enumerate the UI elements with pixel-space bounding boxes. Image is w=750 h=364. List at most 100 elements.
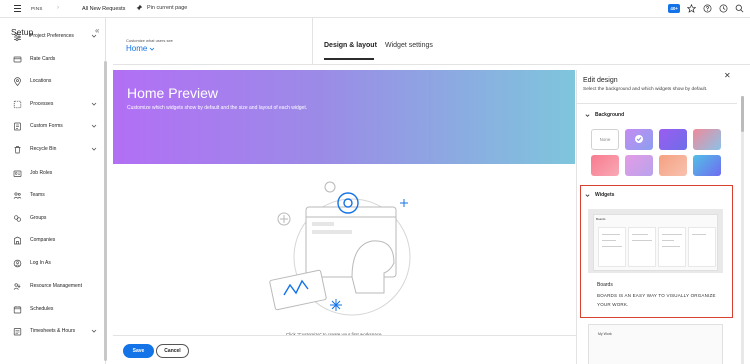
sidebar-item-label: Locations bbox=[30, 78, 52, 84]
timesheet-icon bbox=[13, 327, 22, 336]
sidebar-item-job-roles[interactable]: Job Roles bbox=[0, 165, 106, 181]
background-swatch[interactable] bbox=[591, 155, 619, 176]
sidebar-item-processes[interactable]: Processes bbox=[0, 96, 106, 112]
background-swatch[interactable] bbox=[659, 129, 687, 150]
chevron-down-icon bbox=[585, 113, 590, 117]
sidebar-item-label: Log In As bbox=[30, 260, 51, 266]
edit-design-panel: Edit design ✕ Select the background and … bbox=[576, 70, 750, 364]
active-tab-indicator bbox=[324, 58, 374, 60]
preview-title: Home Preview bbox=[127, 85, 219, 101]
thumbnail-column bbox=[598, 227, 626, 267]
background-swatch[interactable] bbox=[659, 155, 687, 176]
pin-page-label: Pin current page bbox=[147, 5, 188, 11]
background-swatch-none[interactable]: None bbox=[591, 129, 619, 150]
panel-scrollbar-track bbox=[741, 96, 744, 364]
app-name: PINS bbox=[31, 6, 43, 11]
background-swatch[interactable] bbox=[693, 129, 721, 150]
trash-icon bbox=[13, 145, 22, 154]
company-icon bbox=[13, 236, 22, 245]
breadcrumb-chevron-icon: › bbox=[57, 5, 59, 11]
sidebar-item-teams[interactable]: Teams bbox=[0, 187, 106, 203]
widgets-heading: Widgets bbox=[595, 192, 615, 198]
empty-workspace-illustration bbox=[269, 181, 411, 316]
background-heading: Background bbox=[595, 112, 625, 118]
preview-subtitle: Customize which widgets show by default … bbox=[127, 105, 308, 111]
card-icon bbox=[13, 55, 22, 64]
sidebar-item-log-in-as[interactable]: Log In As bbox=[0, 255, 106, 271]
thumbnail-column bbox=[658, 227, 686, 267]
sidebar-item-label: Schedules bbox=[30, 306, 54, 312]
badge-icon bbox=[13, 169, 22, 178]
sidebar-item-timesheets-hours[interactable]: Timesheets & Hours bbox=[0, 323, 106, 339]
pin-icon bbox=[135, 4, 143, 12]
sidebar-item-resource-management[interactable]: Resource Management bbox=[0, 278, 106, 294]
thumbnail-label: Boards bbox=[596, 217, 606, 221]
background-section-toggle[interactable]: Background bbox=[585, 112, 624, 118]
widgets-section-toggle[interactable]: Widgets bbox=[585, 192, 614, 198]
help-icon[interactable] bbox=[702, 3, 712, 13]
sidebar-item-locations[interactable]: Locations bbox=[0, 73, 106, 89]
sidebar-item-label: Groups bbox=[30, 215, 47, 221]
sidebar-item-custom-forms[interactable]: Custom Forms bbox=[0, 118, 106, 134]
search-icon[interactable] bbox=[734, 3, 744, 13]
sidebar-item-label: Companies bbox=[30, 237, 56, 243]
team-icon bbox=[13, 191, 22, 200]
chevron-down-icon bbox=[91, 101, 97, 109]
sidebar-item-label: Custom Forms bbox=[30, 123, 63, 129]
sidebar-scrollbar[interactable] bbox=[104, 61, 107, 361]
page-header: Customize what users see Home Design & l… bbox=[113, 18, 750, 65]
star-icon[interactable] bbox=[686, 3, 696, 13]
swatch-none-label: None bbox=[599, 137, 611, 142]
panel-subtitle: Select the background and which widgets … bbox=[583, 87, 708, 92]
pin-page-button[interactable]: Pin current page bbox=[135, 4, 187, 12]
sidebar-item-label: Project Preferences bbox=[30, 33, 74, 39]
sidebar-item-recycle-bin[interactable]: Recycle Bin bbox=[0, 141, 106, 157]
sidebar-item-label: Processes bbox=[30, 101, 54, 107]
resource-icon bbox=[13, 282, 22, 291]
groups-icon bbox=[13, 214, 22, 223]
sidebar-item-groups[interactable]: Groups bbox=[0, 210, 106, 226]
top-bar: PINS › All New Requests Pin current page… bbox=[0, 0, 750, 18]
home-preview-banner: Home Preview Customize which widgets sho… bbox=[113, 70, 575, 164]
sidebar-item-project-preferences[interactable]: Project Preferences bbox=[0, 28, 106, 44]
checkmark-icon bbox=[635, 135, 643, 143]
background-swatch[interactable] bbox=[625, 129, 653, 150]
header-divider bbox=[312, 18, 313, 64]
sidebar-item-rate-cards[interactable]: Rate Cards bbox=[0, 51, 106, 67]
sidebar-item-label: Job Roles bbox=[30, 170, 53, 176]
sidebar-item-companies[interactable]: Companies bbox=[0, 232, 106, 248]
tab-widget-settings[interactable]: Widget settings bbox=[385, 42, 433, 49]
chevron-down-icon bbox=[91, 123, 97, 131]
panel-divider bbox=[577, 103, 737, 104]
breadcrumb-current[interactable]: All New Requests bbox=[82, 6, 125, 12]
page-selector[interactable]: Home bbox=[126, 44, 155, 53]
chevron-down-icon bbox=[150, 47, 155, 51]
close-icon[interactable]: ✕ bbox=[724, 71, 731, 80]
chevron-down-icon bbox=[91, 328, 97, 336]
hamburger-menu-icon[interactable] bbox=[14, 5, 21, 12]
sidebar-item-label: Rate Cards bbox=[30, 56, 56, 62]
panel-scrollbar[interactable] bbox=[741, 96, 744, 132]
background-swatch[interactable] bbox=[693, 155, 721, 176]
sidebar-item-schedules[interactable]: Schedules bbox=[0, 301, 106, 317]
setup-sidebar: Setup « Project Preferences Rate Cards Loc… bbox=[0, 18, 107, 364]
background-swatch[interactable] bbox=[625, 155, 653, 176]
chevron-down-icon bbox=[91, 146, 97, 154]
cancel-button[interactable]: Cancel bbox=[156, 344, 189, 358]
calendar-icon bbox=[13, 305, 22, 314]
thumbnail-column bbox=[688, 227, 716, 267]
notifications-badge[interactable]: 40+ bbox=[668, 3, 680, 13]
clock-icon[interactable] bbox=[718, 3, 728, 13]
sidebar-item-label: Timesheets & Hours bbox=[30, 328, 76, 334]
chevron-down-icon bbox=[585, 193, 590, 197]
panel-title: Edit design bbox=[583, 77, 618, 84]
widget-description: BOARDS IS AN EASY WAY TO VISUALLY ORGANI… bbox=[597, 293, 716, 307]
next-widget-card[interactable]: My Work bbox=[588, 324, 723, 364]
process-icon bbox=[13, 100, 22, 109]
save-button[interactable]: Save bbox=[123, 344, 154, 358]
boards-widget-thumbnail[interactable]: Boards bbox=[588, 209, 723, 273]
sidebar-item-label: Resource Management bbox=[30, 283, 82, 289]
login-icon bbox=[13, 259, 22, 268]
customize-caption: Customize what users see bbox=[126, 38, 173, 43]
tab-design-layout[interactable]: Design & layout bbox=[324, 42, 377, 49]
